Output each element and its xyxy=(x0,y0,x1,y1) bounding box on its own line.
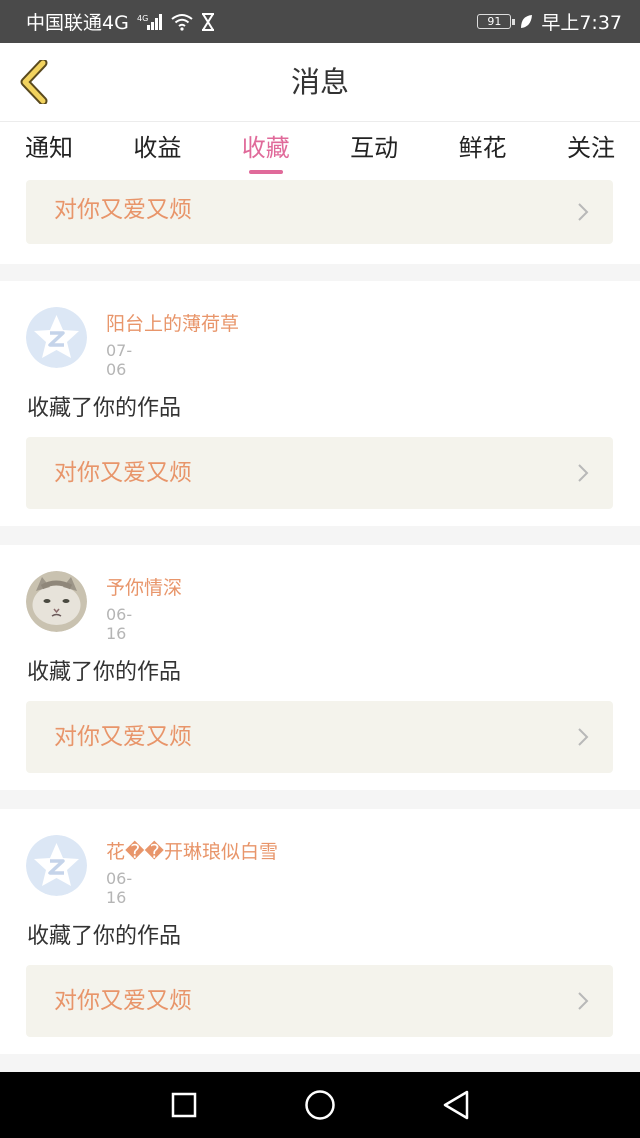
avatar[interactable] xyxy=(26,307,87,368)
tab-flowers[interactable]: 鲜花 xyxy=(459,122,507,180)
system-back-button[interactable] xyxy=(434,1083,478,1127)
home-icon xyxy=(305,1090,335,1120)
username[interactable]: 阳台上的薄荷草 xyxy=(106,309,239,336)
chevron-right-icon xyxy=(578,203,589,221)
active-tab-indicator xyxy=(248,170,283,174)
list-item: 花��开琳琅似白雪 06-16 收藏了你的作品 对你又爱又烦 xyxy=(0,809,640,1054)
wifi-icon xyxy=(171,13,193,31)
work-link[interactable]: 对你又爱又烦 xyxy=(26,180,613,244)
cat-avatar-icon xyxy=(26,571,87,632)
tab-interactions[interactable]: 互动 xyxy=(350,122,398,180)
message-feed[interactable]: 对你又爱又烦 阳台上的薄荷草 07-06 收藏了你的作品 对你又爱又烦 予你情深… xyxy=(0,180,640,1072)
action-text: 收藏了你的作品 xyxy=(27,924,182,949)
page-title: 消息 xyxy=(290,65,349,99)
tab-label: 鲜花 xyxy=(458,134,507,162)
work-title: 对你又爱又烦 xyxy=(54,988,192,1014)
default-avatar-icon xyxy=(26,835,87,896)
status-left: 中国联通4G 4G xyxy=(26,8,215,35)
app-header: 消息 xyxy=(0,43,640,122)
tab-earnings[interactable]: 收益 xyxy=(133,122,181,180)
tab-label: 收藏 xyxy=(241,134,290,162)
svg-text:4G: 4G xyxy=(137,14,148,23)
date: 06-16 xyxy=(106,869,133,907)
tab-bar: 通知 收益 收藏 互动 鲜花 关注 xyxy=(0,122,640,180)
date: 07-06 xyxy=(106,341,133,379)
tab-notifications[interactable]: 通知 xyxy=(25,122,73,180)
battery-level: 91 xyxy=(487,15,502,28)
action-text: 收藏了你的作品 xyxy=(27,396,182,421)
chevron-right-icon xyxy=(578,728,589,746)
default-avatar-icon xyxy=(26,307,87,368)
status-bar: 中国联通4G 4G 91 早上7:37 xyxy=(0,0,640,43)
username[interactable]: 予你情深 xyxy=(106,573,182,600)
leaf-icon xyxy=(519,14,533,30)
clock: 早上7:37 xyxy=(541,12,622,34)
list-item: 予你情深 06-16 收藏了你的作品 对你又爱又烦 xyxy=(0,545,640,790)
tab-label: 通知 xyxy=(25,134,73,162)
home-button[interactable] xyxy=(298,1083,342,1127)
hourglass-icon xyxy=(201,12,215,31)
signal-icon: 4G xyxy=(137,13,163,31)
work-link[interactable]: 对你又爱又烦 xyxy=(26,965,613,1037)
tab-follows[interactable]: 关注 xyxy=(567,122,615,180)
work-title: 对你又爱又烦 xyxy=(54,460,192,486)
tab-label: 互动 xyxy=(350,134,399,162)
avatar[interactable] xyxy=(26,571,87,632)
system-nav-bar xyxy=(0,1072,640,1138)
carrier-label: 中国联通4G xyxy=(26,12,129,34)
avatar[interactable] xyxy=(26,835,87,896)
tab-favorites[interactable]: 收藏 xyxy=(242,122,290,180)
tab-label: 关注 xyxy=(566,134,615,162)
date: 06-16 xyxy=(106,605,133,643)
recent-apps-button[interactable] xyxy=(162,1083,206,1127)
battery-icon: 91 xyxy=(477,14,516,29)
work-link[interactable]: 对你又爱又烦 xyxy=(26,437,613,509)
action-text: 收藏了你的作品 xyxy=(27,660,182,685)
back-icon xyxy=(443,1090,469,1120)
work-link[interactable]: 对你又爱又烦 xyxy=(26,701,613,773)
tab-label: 收益 xyxy=(133,134,182,162)
chevron-right-icon xyxy=(578,464,589,482)
work-title: 对你又爱又烦 xyxy=(54,197,192,223)
status-right: 91 早上7:37 xyxy=(477,8,622,35)
chevron-right-icon xyxy=(578,992,589,1010)
list-item: 阳台上的薄荷草 07-06 收藏了你的作品 对你又爱又烦 xyxy=(0,281,640,526)
username[interactable]: 花��开琳琅似白雪 xyxy=(106,837,278,864)
work-title: 对你又爱又烦 xyxy=(54,724,192,750)
list-item: 对你又爱又烦 xyxy=(0,180,640,264)
recent-apps-icon xyxy=(171,1092,197,1118)
